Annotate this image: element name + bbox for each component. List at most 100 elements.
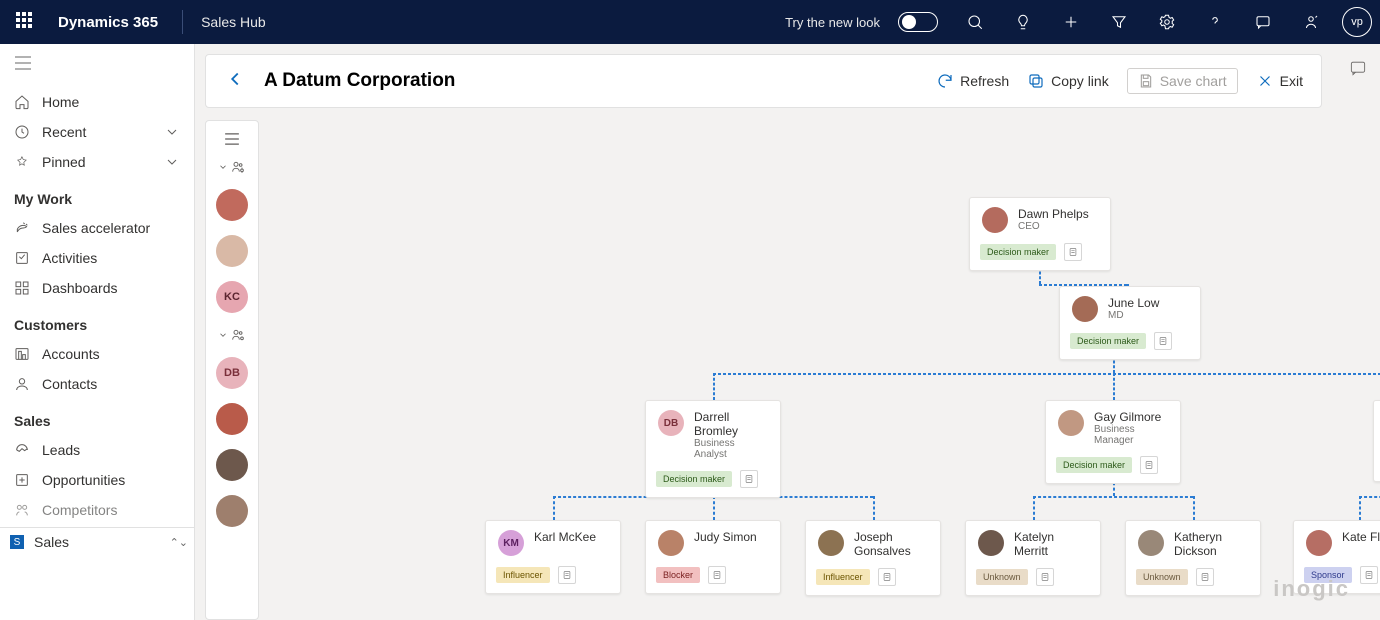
help-icon[interactable]: [1198, 13, 1232, 31]
nav-dashboards[interactable]: Dashboards: [0, 273, 194, 303]
back-button[interactable]: [224, 68, 246, 95]
person-card-judy[interactable]: Judy Simon Blocker: [645, 520, 781, 594]
relationship-badge: Decision maker: [1056, 457, 1132, 473]
person-card-faith[interactable]: Faith RatliffProduct Manager PrimaryDeci…: [1373, 400, 1380, 482]
rail-group-toggle-2[interactable]: [218, 327, 246, 343]
person-role: MD: [1108, 310, 1159, 321]
note-icon[interactable]: [1196, 568, 1214, 586]
chat-icon[interactable]: [1246, 13, 1280, 31]
note-icon[interactable]: [558, 566, 576, 584]
people-rail: KC DB: [205, 120, 259, 620]
brand-label: Dynamics 365: [58, 14, 158, 31]
note-icon[interactable]: [1140, 456, 1158, 474]
note-icon[interactable]: [878, 568, 896, 586]
avatar: [658, 530, 684, 556]
relationship-badge: Decision maker: [656, 471, 732, 487]
note-icon[interactable]: [1360, 566, 1378, 584]
nav-activities[interactable]: Activities: [0, 243, 194, 273]
avatar: [982, 207, 1008, 233]
nav-section-sales: Sales: [0, 399, 194, 435]
nav-recent[interactable]: Recent: [0, 117, 194, 147]
relationship-badge: Influencer: [496, 567, 550, 583]
person-name: June Low: [1108, 296, 1159, 310]
filter-icon[interactable]: [1102, 13, 1136, 31]
exit-button[interactable]: Exit: [1256, 72, 1303, 90]
avatar: [978, 530, 1004, 556]
person-name: Katelyn Merritt: [1014, 530, 1088, 558]
rail-avatar[interactable]: [216, 495, 248, 527]
avatar: [1306, 530, 1332, 556]
person-name: Darrell Bromley: [694, 410, 768, 438]
person-card-joseph[interactable]: Joseph Gonsalves Influencer: [805, 520, 941, 596]
person-name: Judy Simon: [694, 530, 757, 544]
rail-avatar[interactable]: [216, 403, 248, 435]
hub-label[interactable]: Sales Hub: [201, 14, 266, 30]
search-icon[interactable]: [958, 13, 992, 31]
rail-hamburger-icon[interactable]: [224, 133, 240, 145]
plus-icon[interactable]: [1054, 13, 1088, 31]
save-chart-button[interactable]: Save chart: [1127, 68, 1238, 94]
divider: [182, 10, 183, 34]
user-avatar[interactable]: vp: [1342, 7, 1372, 37]
nav-accounts[interactable]: Accounts: [0, 339, 194, 369]
rail-avatar[interactable]: [216, 449, 248, 481]
area-badge: S: [10, 535, 24, 549]
support-icon[interactable]: [1294, 13, 1328, 31]
area-switcher[interactable]: S Sales ⌃⌄: [0, 527, 194, 554]
watermark: inogic: [1273, 576, 1350, 602]
person-card-karl[interactable]: KMKarl McKee Influencer: [485, 520, 621, 594]
copilot-toggle-icon[interactable]: [1348, 58, 1368, 83]
refresh-button[interactable]: Refresh: [936, 72, 1009, 90]
person-role: Business Manager: [1094, 424, 1168, 446]
rail-avatar-db[interactable]: DB: [216, 357, 248, 389]
nav-competitors[interactable]: Competitors: [0, 495, 194, 525]
nav-section-mywork: My Work: [0, 177, 194, 213]
rail-avatar[interactable]: [216, 189, 248, 221]
note-icon[interactable]: [1036, 568, 1054, 586]
nav-leads[interactable]: Leads: [0, 435, 194, 465]
note-icon[interactable]: [1064, 243, 1082, 261]
person-card-katheryn[interactable]: Katheryn Dickson Unknown: [1125, 520, 1261, 596]
person-card-dawn[interactable]: Dawn PhelpsCEO Decision maker: [969, 197, 1111, 271]
person-name: Katheryn Dickson: [1174, 530, 1248, 558]
person-card-gay[interactable]: Gay GilmoreBusiness Manager Decision mak…: [1045, 400, 1181, 484]
chevron-updown-icon: ⌃⌄: [170, 536, 188, 549]
relationship-badge: Influencer: [816, 569, 870, 585]
person-card-june[interactable]: June LowMD Decision maker: [1059, 286, 1201, 360]
org-chart-canvas[interactable]: Dawn PhelpsCEO Decision maker June LowMD…: [269, 120, 1380, 620]
left-nav: Home Recent Pinned My Work Sales acceler…: [0, 44, 195, 620]
rail-avatar-kc[interactable]: KC: [216, 281, 248, 313]
main-area: A Datum Corporation Refresh Copy link Sa…: [195, 44, 1380, 620]
try-new-look-label: Try the new look: [785, 15, 880, 30]
rail-avatar[interactable]: [216, 235, 248, 267]
nav-opportunities[interactable]: Opportunities: [0, 465, 194, 495]
try-new-look-toggle[interactable]: [898, 12, 938, 32]
copy-link-button[interactable]: Copy link: [1027, 72, 1109, 90]
person-card-katelyn[interactable]: Katelyn Merritt Unknown: [965, 520, 1101, 596]
chevron-down-icon: [164, 124, 180, 140]
relationship-badge: Decision maker: [980, 244, 1056, 260]
rail-group-toggle-1[interactable]: [218, 159, 246, 175]
avatar: [1072, 296, 1098, 322]
person-name: Dawn Phelps: [1018, 207, 1089, 221]
nav-pinned[interactable]: Pinned: [0, 147, 194, 177]
nav-contacts[interactable]: Contacts: [0, 369, 194, 399]
nav-sales-accelerator[interactable]: Sales accelerator: [0, 213, 194, 243]
avatar: [1138, 530, 1164, 556]
settings-icon[interactable]: [1150, 13, 1184, 31]
app-launcher-icon[interactable]: [16, 12, 36, 32]
avatar: DB: [658, 410, 684, 436]
nav-home[interactable]: Home: [0, 87, 194, 117]
note-icon[interactable]: [708, 566, 726, 584]
relationship-badge: Blocker: [656, 567, 700, 583]
relationship-badge: Decision maker: [1070, 333, 1146, 349]
person-role: Business Analyst: [694, 438, 768, 460]
avatar: KM: [498, 530, 524, 556]
global-topbar: Dynamics 365 Sales Hub Try the new look …: [0, 0, 1380, 44]
lightbulb-icon[interactable]: [1006, 13, 1040, 31]
note-icon[interactable]: [740, 470, 758, 488]
nav-hamburger-icon[interactable]: [0, 44, 194, 87]
avatar: [1058, 410, 1084, 436]
person-card-darrell[interactable]: DB Darrell BromleyBusiness Analyst Decisi…: [645, 400, 781, 498]
note-icon[interactable]: [1154, 332, 1172, 350]
